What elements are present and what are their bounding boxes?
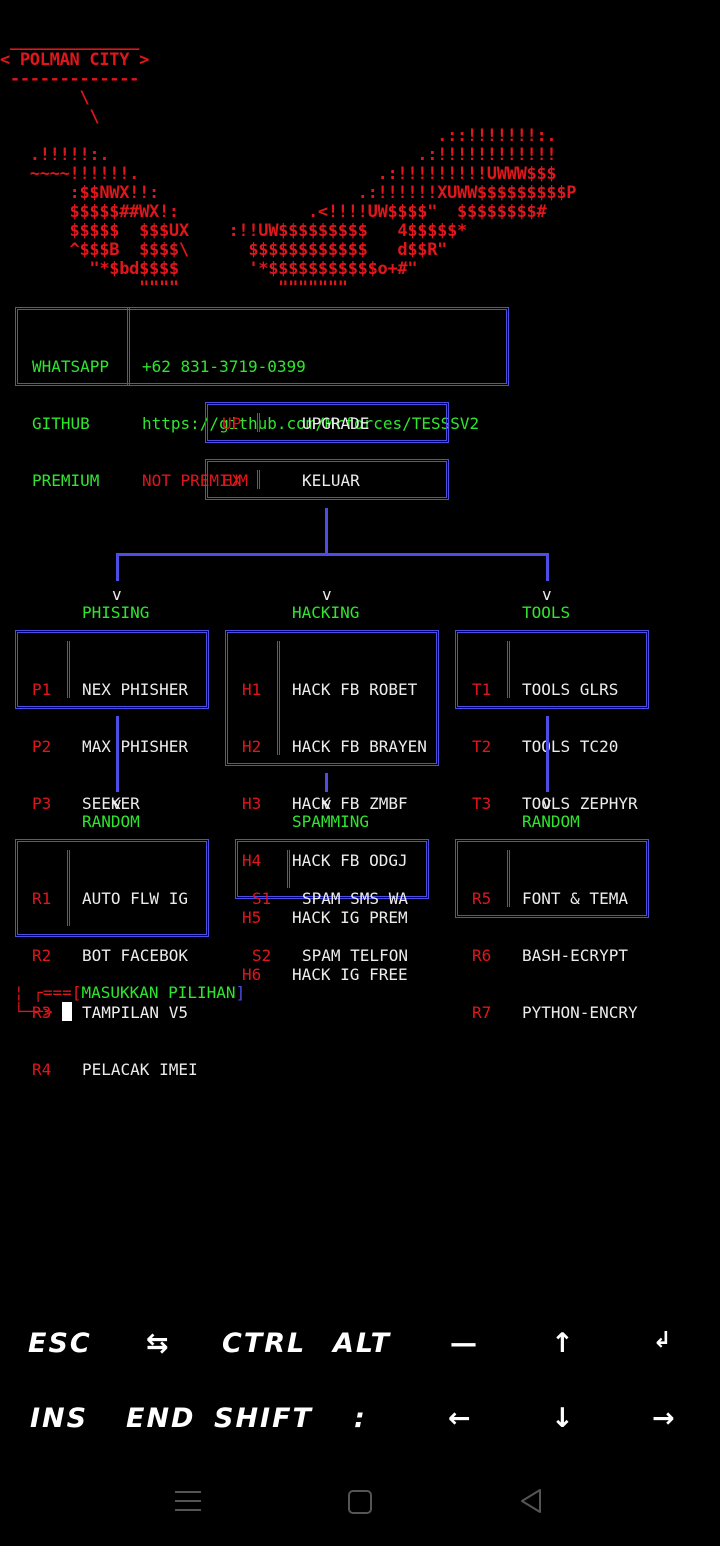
connector-phising-random bbox=[116, 716, 119, 792]
title-random-1: RANDOM bbox=[82, 812, 140, 831]
ins-key[interactable]: INS bbox=[30, 1403, 88, 1434]
connector-right bbox=[546, 553, 549, 581]
menu-item-tampilan-v5[interactable]: TAMPILAN V5 bbox=[82, 1003, 198, 1022]
exit-option[interactable]: EX KELUAR bbox=[205, 459, 449, 500]
upgrade-code: UP bbox=[222, 414, 242, 433]
menu-code: T2 bbox=[472, 737, 492, 756]
random-menu-1: R1 R2 R3 R4 AUTO FLW IG BOT FACEBOK TAMP… bbox=[15, 839, 209, 1079]
menu-code: P1 bbox=[32, 680, 52, 699]
menu-code: H2 bbox=[242, 737, 262, 756]
arrow-hacking: v bbox=[322, 585, 332, 604]
hacking-menu: H1 H2 H3 H4 H5 H6 HACK FB ROBET HACK FB … bbox=[225, 630, 439, 984]
extra-keys-row-1: ESC ⇆ CTRL ALT — ↑ ↲ bbox=[0, 1328, 720, 1368]
menu-code: R4 bbox=[32, 1060, 52, 1079]
ascii-banner: _____________ < POLMAN CITY > ----------… bbox=[0, 31, 577, 298]
info-labels: WHATSAPP GITHUB PREMIUM bbox=[32, 319, 109, 528]
menu-code: H3 bbox=[242, 794, 262, 813]
phising-menu: P1 P2 P3 NEX PHISHER MAX PHISHER SEEKER bbox=[15, 630, 209, 813]
left-arrow-icon[interactable]: ← bbox=[448, 1403, 473, 1434]
exit-label: KELUAR bbox=[302, 471, 360, 490]
arrow-random-2: v bbox=[542, 794, 552, 813]
menu-item-tools-zephyr[interactable]: TOOLS ZEPHYR bbox=[522, 794, 638, 813]
whatsapp-label: WHATSAPP bbox=[32, 357, 110, 376]
up-arrow-icon[interactable]: ↑ bbox=[551, 1328, 576, 1359]
connector-hacking-spamming bbox=[325, 773, 328, 792]
menu-code: S1 bbox=[252, 889, 272, 908]
title-phising: PHISING bbox=[82, 603, 150, 622]
random-menu-2: R5 R6 R7 FONT & TEMA BASH-ECRYPT PYTHON-… bbox=[455, 839, 649, 1022]
info-box: WHATSAPP GITHUB PREMIUM +62 831-3719-039… bbox=[15, 307, 509, 490]
menu-code: R6 bbox=[472, 946, 492, 965]
arrow-phising: v bbox=[112, 585, 122, 604]
menu-item-spam-telfon[interactable]: SPAM TELFON bbox=[302, 946, 408, 965]
github-label: GITHUB bbox=[32, 414, 90, 433]
colon-key[interactable]: : bbox=[354, 1403, 367, 1434]
premium-label: PREMIUM bbox=[32, 471, 100, 490]
menu-item-spam-sms-wa[interactable]: SPAM SMS WA bbox=[302, 889, 408, 908]
menu-item-max-phisher[interactable]: MAX PHISHER bbox=[82, 737, 188, 756]
menu-item-hack-fb-zmbf[interactable]: HACK FB ZMBF bbox=[292, 794, 427, 813]
connector-branch bbox=[116, 553, 549, 556]
menu-item-font-tema[interactable]: FONT & TEMA bbox=[522, 889, 638, 908]
arrow-random-1: v bbox=[112, 794, 122, 813]
prompt-arrow: └──> bbox=[14, 1002, 53, 1021]
connector-tools-random bbox=[546, 716, 549, 792]
ctrl-key[interactable]: CTRL bbox=[222, 1328, 306, 1359]
down-arrow-icon[interactable]: ↓ bbox=[551, 1403, 576, 1434]
connector-trunk bbox=[325, 508, 328, 556]
right-arrow-icon[interactable]: → bbox=[652, 1403, 677, 1434]
menu-code: R5 bbox=[472, 889, 492, 908]
menu-code: T3 bbox=[472, 794, 492, 813]
menu-code: R2 bbox=[32, 946, 52, 965]
menu-item-bash-ecrypt[interactable]: BASH-ECRYPT bbox=[522, 946, 638, 965]
menu-code: R7 bbox=[472, 1003, 492, 1022]
prompt-bar: ¦ bbox=[14, 983, 24, 1002]
menu-icon[interactable] bbox=[175, 1489, 201, 1513]
menu-item-hack-fb-robet[interactable]: HACK FB ROBET bbox=[292, 680, 427, 699]
extra-keys-row-2: INS END SHIFT : ← ↓ → bbox=[0, 1403, 720, 1443]
tools-menu: T1 T2 T3 TOOLS GLRS TOOLS TC20 TOOLS ZEP… bbox=[455, 630, 649, 813]
menu-item-hack-fb-brayen[interactable]: HACK FB BRAYEN bbox=[292, 737, 427, 756]
connector-left bbox=[116, 553, 119, 581]
menu-code: S2 bbox=[252, 946, 272, 965]
dash-key[interactable]: — bbox=[450, 1328, 479, 1359]
back-icon[interactable] bbox=[518, 1487, 544, 1515]
title-tools: TOOLS bbox=[522, 603, 571, 622]
menu-item-tools-glrs[interactable]: TOOLS GLRS bbox=[522, 680, 638, 699]
menu-code: P2 bbox=[32, 737, 52, 756]
terminal-cursor[interactable] bbox=[62, 1002, 72, 1021]
menu-code: T1 bbox=[472, 680, 492, 699]
arrow-spamming: v bbox=[322, 794, 332, 813]
prompt-label: MASUKKAN PILIHAN bbox=[81, 983, 236, 1002]
exit-code: EX bbox=[222, 471, 242, 490]
alt-key[interactable]: ALT bbox=[333, 1328, 391, 1359]
menu-item-python-encry[interactable]: PYTHON-ENCRY bbox=[522, 1003, 638, 1022]
title-hacking: HACKING bbox=[292, 603, 360, 622]
menu-item-bot-facebok[interactable]: BOT FACEBOK bbox=[82, 946, 198, 965]
whatsapp-value[interactable]: +62 831-3719-0399 bbox=[142, 357, 479, 376]
arrow-tools: v bbox=[542, 585, 552, 604]
prompt-corner: ┌===[ bbox=[33, 983, 82, 1002]
shift-key[interactable]: SHIFT bbox=[214, 1403, 313, 1434]
upgrade-option[interactable]: UP UPGRADE bbox=[205, 402, 449, 443]
menu-code: R1 bbox=[32, 889, 52, 908]
upgrade-label: UPGRADE bbox=[302, 414, 370, 433]
prompt-line: ┌===[MASUKKAN PILIHAN] bbox=[14, 964, 245, 1002]
home-icon[interactable] bbox=[348, 1490, 372, 1514]
menu-item-tools-tc20[interactable]: TOOLS TC20 bbox=[522, 737, 638, 756]
end-key[interactable]: END bbox=[126, 1403, 195, 1434]
menu-item-auto-flw-ig[interactable]: AUTO FLW IG bbox=[82, 889, 198, 908]
esc-key[interactable]: ESC bbox=[28, 1328, 92, 1359]
spamming-menu: S1 S2 SPAM SMS WA SPAM TELFON bbox=[235, 839, 429, 965]
menu-item-seeker[interactable]: SEEKER bbox=[82, 794, 188, 813]
menu-item-pelacak-imei[interactable]: PELACAK IMEI bbox=[82, 1060, 198, 1079]
menu-code: P3 bbox=[32, 794, 52, 813]
menu-code: H1 bbox=[242, 680, 262, 699]
tab-key-icon[interactable]: ⇆ bbox=[146, 1328, 171, 1359]
title-spamming: SPAMMING bbox=[292, 812, 370, 831]
title-random-2: RANDOM bbox=[522, 812, 580, 831]
enter-key-icon[interactable]: ↲ bbox=[653, 1328, 673, 1353]
menu-item-nex-phisher[interactable]: NEX PHISHER bbox=[82, 680, 188, 699]
prompt-bracket: ] bbox=[235, 983, 246, 1002]
